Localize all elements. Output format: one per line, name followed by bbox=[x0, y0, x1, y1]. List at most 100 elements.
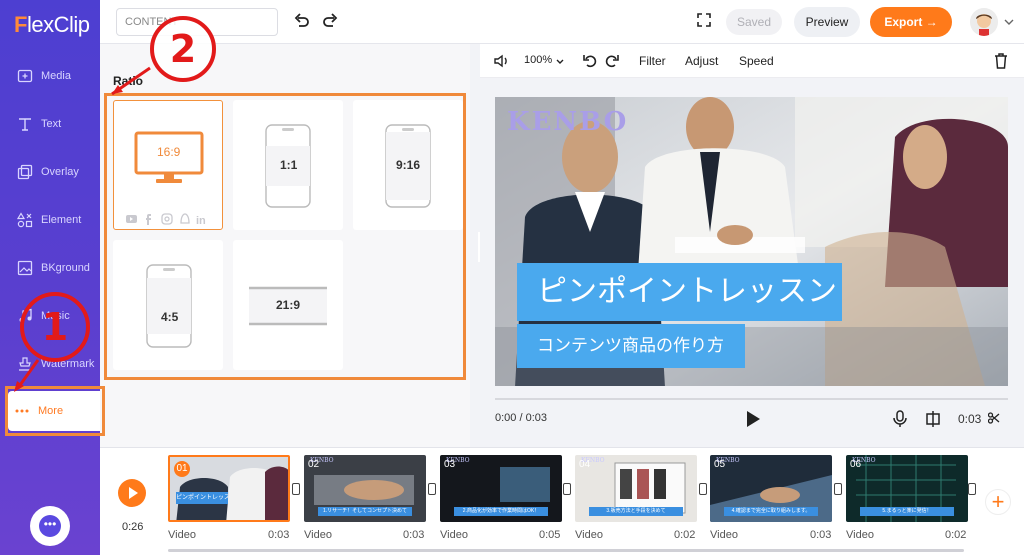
video-preview[interactable]: KENBO ピンポイントレッスン コンテンツ商品の作り方 bbox=[495, 97, 1008, 386]
playback-progress-bar[interactable] bbox=[495, 398, 1008, 400]
clip-caption: 5.まるっと楽に発信！ bbox=[860, 507, 954, 516]
timeline-clip[interactable]: KENBO 03 2.商品化が効率で作業時間はOK！ bbox=[440, 455, 562, 522]
ratio-card-16-9[interactable]: 16:9 in bbox=[113, 100, 223, 230]
ratio-card-9-16[interactable]: 9:16 bbox=[353, 100, 463, 230]
microphone-icon[interactable] bbox=[893, 410, 907, 428]
watermark-icon bbox=[17, 356, 33, 372]
clip-number: 01 bbox=[174, 461, 190, 477]
play-icon[interactable] bbox=[745, 410, 761, 428]
timeline-clip[interactable]: 01 ピンポイントレッスン bbox=[168, 455, 290, 522]
ratio-label: 21:9 bbox=[276, 298, 301, 312]
redo-icon[interactable] bbox=[320, 11, 340, 31]
element-icon bbox=[17, 212, 33, 228]
video-title-text[interactable]: ピンポイントレッスン bbox=[517, 263, 842, 321]
timeline-play-button[interactable] bbox=[118, 479, 146, 507]
ratio-card-4-5[interactable]: 4:5 bbox=[113, 240, 223, 370]
top-toolbar: CONTENT Saved Preview Export → bbox=[100, 0, 1024, 44]
split-icon[interactable] bbox=[924, 410, 942, 428]
phone-icon bbox=[146, 264, 192, 348]
flexclip-logo[interactable]: FlexClip bbox=[14, 12, 90, 38]
clip-type-label: Video bbox=[440, 529, 468, 541]
edit-toolbar: 100% Filter Adjust Speed bbox=[480, 44, 1024, 78]
sidebar-item-label: BKground bbox=[41, 262, 90, 274]
video-subtitle-text[interactable]: コンテンツ商品の作り方 bbox=[517, 324, 745, 368]
clip-duration: 0:03 bbox=[403, 529, 425, 541]
add-clip-button[interactable]: + bbox=[985, 489, 1011, 515]
ratio-label: 9:16 bbox=[396, 158, 421, 172]
export-button[interactable]: Export → bbox=[870, 7, 952, 37]
sidebar-item-label: Element bbox=[41, 214, 82, 226]
sidebar-item-label: Overlay bbox=[41, 166, 79, 178]
zoom-select[interactable]: 100% bbox=[524, 54, 552, 66]
clip-duration: 0:03 bbox=[268, 529, 290, 541]
chat-support-button[interactable]: ••• bbox=[30, 506, 70, 546]
clip-caption: 3.販売方法と手段を決めて bbox=[589, 507, 683, 516]
ratio-card-1-1[interactable]: 1:1 bbox=[233, 100, 343, 230]
clip-type-label: Video bbox=[304, 529, 332, 541]
ratio-card-21-9[interactable]: 21:9 bbox=[233, 240, 343, 370]
sidebar-item-element[interactable]: Element bbox=[0, 200, 100, 240]
timeline-clip[interactable]: KENBO 02 1.リサーチ！そしてコンセプト決めて bbox=[304, 455, 426, 522]
social-platform-icons: in bbox=[126, 213, 206, 225]
clip-caption: 2.商品化が効率で作業時間はOK！ bbox=[454, 507, 548, 516]
clip-duration: 0:02 bbox=[674, 529, 696, 541]
clip-number: 02 bbox=[308, 459, 320, 470]
clip-number: 05 bbox=[714, 459, 726, 470]
timeline-clip[interactable]: KENBO 05 4.確認まで完全に取り組みします。 bbox=[710, 455, 832, 522]
clip-type-label: Video bbox=[168, 529, 196, 541]
rotate-left-icon[interactable] bbox=[582, 53, 598, 69]
transition-icon[interactable] bbox=[563, 483, 571, 495]
clip-number: 06 bbox=[850, 459, 862, 470]
rotate-right-icon[interactable] bbox=[604, 53, 620, 69]
sidebar-item-overlay[interactable]: Overlay bbox=[0, 152, 100, 192]
speed-button[interactable]: Speed bbox=[739, 54, 774, 68]
clip-duration: 0:03 bbox=[958, 412, 982, 426]
total-time: 0:26 bbox=[122, 521, 144, 533]
current-time: 0:00 / 0:03 bbox=[495, 412, 547, 424]
volume-icon[interactable] bbox=[494, 54, 510, 68]
user-avatar[interactable] bbox=[970, 8, 998, 36]
sidebar: FlexClip Media Text Overlay Element BKgr… bbox=[0, 0, 100, 555]
clip-duration: 0:05 bbox=[539, 529, 561, 541]
media-icon bbox=[17, 68, 33, 84]
sidebar-item-label: Text bbox=[41, 118, 62, 130]
transition-icon[interactable] bbox=[428, 483, 436, 495]
chat-icon: ••• bbox=[39, 515, 61, 537]
svg-text:in: in bbox=[196, 215, 206, 225]
chevron-down-icon[interactable] bbox=[1004, 18, 1014, 26]
preview-button[interactable]: Preview bbox=[794, 7, 860, 37]
fullscreen-icon[interactable] bbox=[696, 12, 712, 28]
undo-icon[interactable] bbox=[292, 11, 312, 31]
play-icon bbox=[129, 487, 138, 499]
panel-title: Ratio bbox=[113, 74, 143, 88]
scissors-icon[interactable] bbox=[988, 412, 1000, 424]
timeline-clip[interactable]: KENBO 04 3.販売方法と手段を決めて bbox=[575, 455, 697, 522]
transition-icon[interactable] bbox=[968, 483, 976, 495]
clip-type-label: Video bbox=[575, 529, 603, 541]
clip-type-label: Video bbox=[710, 529, 738, 541]
more-highlight-box bbox=[5, 386, 105, 436]
transition-icon[interactable] bbox=[834, 483, 842, 495]
text-icon bbox=[17, 116, 33, 132]
timeline-scrollbar[interactable] bbox=[168, 549, 964, 552]
ratio-label: 16:9 bbox=[157, 145, 181, 159]
sidebar-item-text[interactable]: Text bbox=[0, 104, 100, 144]
clip-number: 03 bbox=[444, 459, 456, 470]
transition-icon[interactable] bbox=[292, 483, 300, 495]
chevron-down-icon[interactable] bbox=[556, 59, 564, 65]
clip-caption: 1.リサーチ！そしてコンセプト決めて bbox=[318, 507, 412, 516]
step-1-marker: 1 bbox=[20, 292, 90, 362]
ratio-label: 1:1 bbox=[280, 158, 298, 172]
sidebar-item-background[interactable]: BKground bbox=[0, 248, 100, 288]
clip-number: 04 bbox=[579, 459, 591, 470]
adjust-button[interactable]: Adjust bbox=[685, 54, 718, 68]
transition-icon[interactable] bbox=[699, 483, 707, 495]
clip-duration: 0:02 bbox=[945, 529, 967, 541]
clip-type-label: Video bbox=[846, 529, 874, 541]
clip-duration: 0:03 bbox=[810, 529, 832, 541]
clip-caption: 4.確認まで完全に取り組みします。 bbox=[724, 507, 818, 516]
filter-button[interactable]: Filter bbox=[639, 54, 666, 68]
timeline-clip[interactable]: KENBO 06 5.まるっと楽に発信！ bbox=[846, 455, 968, 522]
sidebar-item-media[interactable]: Media bbox=[0, 56, 100, 96]
trash-icon[interactable] bbox=[994, 53, 1008, 69]
